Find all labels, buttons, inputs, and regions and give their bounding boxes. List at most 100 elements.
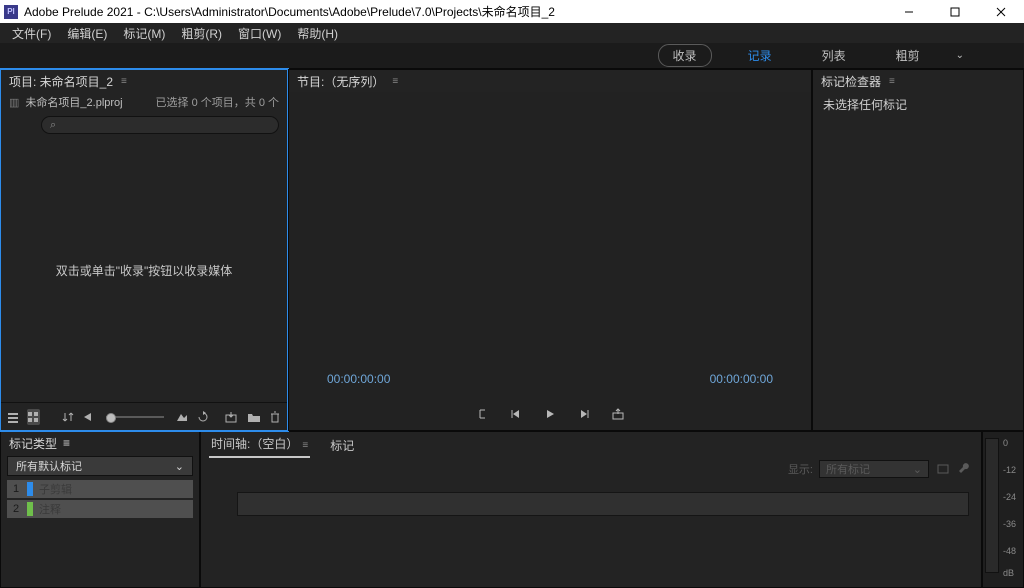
- project-file-name: 未命名项目_2.plproj: [25, 94, 122, 110]
- menu-help[interactable]: 帮助(H): [289, 23, 346, 43]
- window-maximize-button[interactable]: [932, 0, 978, 23]
- timeline-settings-button[interactable]: [957, 461, 973, 477]
- tab-timeline-label: 时间轴:（空白）: [211, 437, 298, 451]
- bin-icon: ▥: [9, 96, 19, 109]
- ingest-shortcut-button[interactable]: [225, 409, 239, 425]
- panel-menu-icon[interactable]: ≡: [392, 76, 399, 87]
- workspace-log[interactable]: 记录: [734, 45, 786, 66]
- project-selection-counter: 已选择 0 个项目，共 0 个: [156, 94, 279, 110]
- window-minimize-button[interactable]: [886, 0, 932, 23]
- marker-type-label: 注释: [39, 501, 61, 517]
- play-icon: [545, 409, 555, 419]
- tab-timeline[interactable]: 时间轴:（空白） ≡: [209, 431, 310, 458]
- menu-window[interactable]: 窗口(W): [230, 23, 289, 43]
- workspace-overflow-button[interactable]: ⌄: [956, 50, 964, 61]
- marker-types-title: 标记类型: [9, 435, 57, 452]
- zoom-slider[interactable]: [106, 416, 164, 418]
- panel-menu-icon[interactable]: ≡: [121, 76, 128, 87]
- panel-menu-icon[interactable]: ≡: [889, 76, 896, 87]
- marker-type-label: 子剪辑: [39, 481, 72, 497]
- meter-tick: -12: [1003, 465, 1016, 475]
- meter-tick: 0: [1003, 438, 1008, 448]
- workspace-rough[interactable]: 粗剪: [882, 45, 934, 66]
- menu-file[interactable]: 文件(F): [4, 23, 59, 43]
- program-monitor-panel: 节目:（无序列） ≡ 00:00:00:00 00:00:00:00: [288, 69, 812, 431]
- thumbnail-view-icon: [27, 411, 39, 423]
- minimize-icon: [904, 7, 914, 17]
- folder-icon: [247, 411, 261, 423]
- refresh-button[interactable]: [196, 409, 208, 425]
- marker-type-swatch: [27, 502, 33, 516]
- step-back-button[interactable]: [508, 406, 524, 422]
- sort-icon: [62, 411, 74, 423]
- program-timecode-current[interactable]: 00:00:00:00: [327, 372, 390, 386]
- export-icon: [612, 408, 624, 420]
- program-panel-title: 节目:（无序列）: [297, 73, 384, 90]
- tab-markers-label: 标记: [330, 439, 354, 453]
- list-view-button[interactable]: [7, 409, 19, 425]
- timeline-filter-label: 显示:: [788, 461, 813, 477]
- timeline-track[interactable]: [237, 492, 969, 516]
- program-transport-controls: [289, 406, 811, 422]
- zoom-in-button[interactable]: [176, 409, 188, 425]
- chevron-down-icon: ⌄: [913, 463, 922, 476]
- thumbnail-view-button[interactable]: [27, 409, 39, 425]
- zoom-out-button[interactable]: [82, 409, 94, 425]
- workspace-bar: 收录 记录 列表 粗剪 ⌄: [0, 43, 1024, 69]
- meter-tick: dB: [1003, 568, 1014, 578]
- panel-menu-icon[interactable]: ≡: [63, 436, 70, 450]
- play-button[interactable]: [542, 406, 558, 422]
- menu-rough[interactable]: 粗剪(R): [173, 23, 230, 43]
- timeline-filter-value: 所有标记: [826, 461, 870, 477]
- timeline-panel: 时间轴:（空白） ≡ 标记 显示: 所有标记 ⌄: [200, 431, 982, 588]
- chevron-down-icon: ⌄: [175, 460, 184, 473]
- menu-marker[interactable]: 标记(M): [115, 23, 173, 43]
- audio-meter-panel: 0 -12 -24 -36 -48 dB: [982, 431, 1024, 588]
- marker-type-item[interactable]: 1 子剪辑: [7, 480, 193, 498]
- list-view-icon: [7, 411, 19, 423]
- project-search-input[interactable]: ⌕: [41, 116, 279, 134]
- close-icon: [996, 7, 1006, 17]
- window-titlebar: Pl Adobe Prelude 2021 - C:\Users\Adminis…: [0, 0, 1024, 23]
- new-bin-button[interactable]: [247, 409, 261, 425]
- program-viewport[interactable]: 00:00:00:00 00:00:00:00: [289, 92, 811, 430]
- marker-types-selector[interactable]: 所有默认标记 ⌄: [7, 456, 193, 476]
- project-footer-toolbar: [1, 402, 287, 430]
- sort-button[interactable]: [62, 409, 74, 425]
- marker-type-number: 1: [11, 483, 21, 495]
- mark-in-button[interactable]: [474, 406, 490, 422]
- project-empty-hint: 双击或单击"收录"按钮以收录媒体: [56, 262, 233, 279]
- step-forward-icon: [579, 409, 589, 419]
- menu-bar: 文件(F) 编辑(E) 标记(M) 粗剪(R) 窗口(W) 帮助(H): [0, 23, 1024, 43]
- audio-meter-bar: [985, 438, 999, 573]
- triangle-left-icon: [83, 412, 93, 422]
- workspace-list[interactable]: 列表: [808, 45, 860, 66]
- project-panel-title: 项目: 未命名项目_2: [9, 73, 113, 90]
- marker-type-swatch: [27, 482, 33, 496]
- panel-menu-icon[interactable]: ≡: [302, 440, 308, 451]
- marker-type-number: 2: [11, 503, 21, 515]
- mark-in-icon: [476, 408, 488, 420]
- workspace-ingest[interactable]: 收录: [658, 44, 712, 67]
- program-timecode-duration: 00:00:00:00: [710, 372, 773, 386]
- marker-type-item[interactable]: 2 注释: [7, 500, 193, 518]
- ingest-icon: [225, 411, 239, 423]
- marker-types-selector-value: 所有默认标记: [16, 458, 82, 474]
- window-close-button[interactable]: [978, 0, 1024, 23]
- menu-edit[interactable]: 编辑(E): [59, 23, 115, 43]
- meter-tick: -48: [1003, 546, 1016, 556]
- search-icon: ⌕: [50, 119, 56, 132]
- marker-inspector-title: 标记检查器: [821, 73, 881, 90]
- marker-inspector-panel: 标记检查器 ≡ 未选择任何标记: [812, 69, 1024, 431]
- project-panel: 项目: 未命名项目_2 ≡ ▥ 未命名项目_2.plproj 已选择 0 个项目…: [0, 69, 288, 431]
- clear-in-out-icon: [936, 463, 950, 475]
- step-forward-button[interactable]: [576, 406, 592, 422]
- timeline-filter-select[interactable]: 所有标记 ⌄: [819, 460, 929, 478]
- app-icon: Pl: [4, 5, 18, 19]
- refresh-icon: [197, 411, 209, 423]
- delete-button[interactable]: [269, 409, 281, 425]
- export-frame-button[interactable]: [610, 406, 626, 422]
- mountain-icon: [176, 412, 188, 422]
- clear-in-out-button[interactable]: [935, 461, 951, 477]
- tab-markers[interactable]: 标记: [328, 433, 356, 458]
